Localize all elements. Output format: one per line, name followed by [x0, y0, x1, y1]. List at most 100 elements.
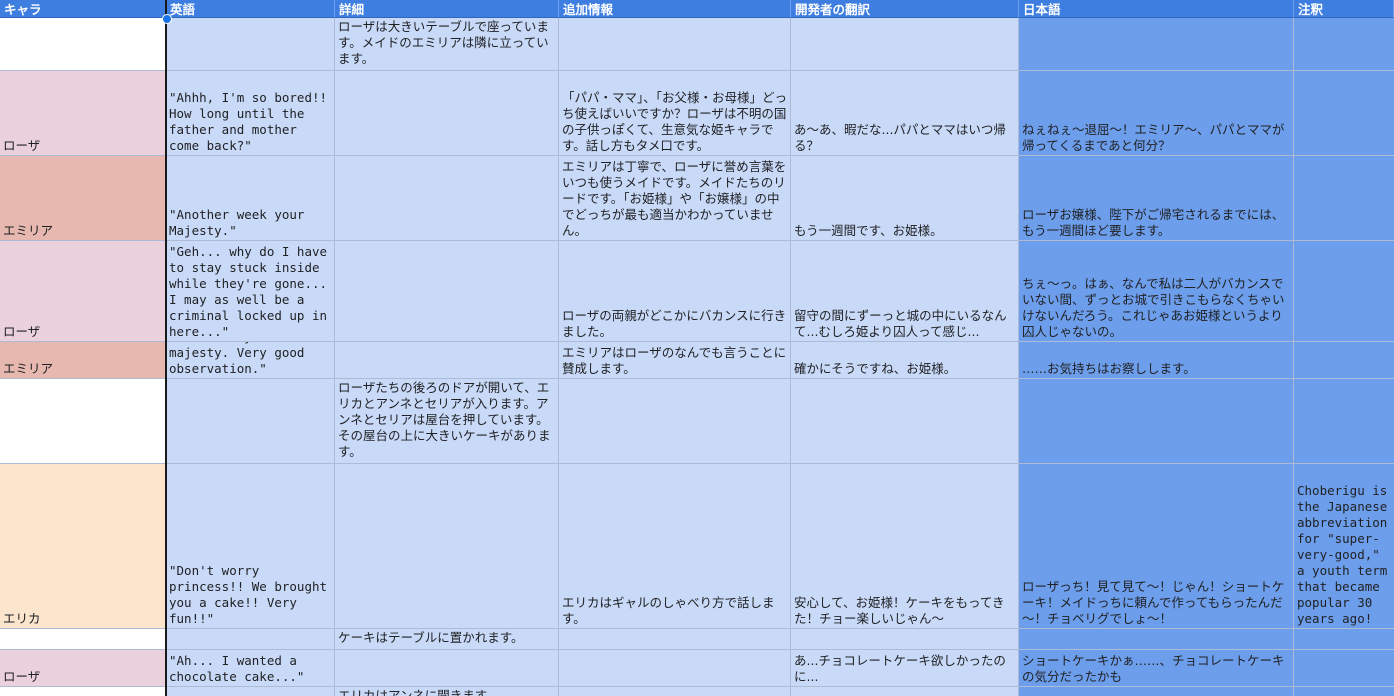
note-cell[interactable]: [1294, 71, 1394, 156]
char-cell[interactable]: [0, 687, 166, 696]
char-cell[interactable]: ローザ: [0, 71, 166, 156]
extra-cell[interactable]: [559, 687, 791, 696]
japanese-cell[interactable]: ちぇ～っ。はぁ、なんで私は二人がバカンスでいない間、ずっとお城で引きこもらなくち…: [1019, 241, 1294, 342]
extra-cell-text: エリカはギャルのしゃべり方で話します。: [562, 595, 775, 626]
dev-translation-cell[interactable]: 留守の間にずーっと城の中にいるなんて...むしろ姫より囚人って感じ...: [791, 241, 1019, 342]
dev-translation-cell[interactable]: [791, 379, 1019, 464]
dev-translation-cell[interactable]: [791, 629, 1019, 650]
japanese-cell[interactable]: ローザっち！見て見て～！じゃん！ショートケーキ！メイドっちに頼んで作ってもらった…: [1019, 464, 1294, 629]
english-cell[interactable]: "Don't worry princess!! We brought you a…: [166, 464, 335, 629]
extra-cell[interactable]: ローザの両親がどこかにバカンスに行きました。: [559, 241, 791, 342]
extra-cell[interactable]: [559, 379, 791, 464]
extra-cell-text: 「パパ・ママ」、「お父様・お母様」どっち使えばいいですか？ローザは不明の国の子供…: [562, 90, 788, 153]
table-row: エリカはアンネに聞きます: [0, 687, 1394, 696]
japanese-cell[interactable]: ローザお嬢様、陛下がご帰宅されるまでには、もう一週間ほど要します。: [1019, 156, 1294, 241]
japanese-cell[interactable]: [1019, 687, 1294, 696]
japanese-cell[interactable]: [1019, 629, 1294, 650]
header-english[interactable]: 英語: [166, 0, 335, 18]
english-cell[interactable]: "Geh... why do I have to stay stuck insi…: [166, 241, 335, 342]
japanese-cell-text: ショートケーキかぁ……、チョコレートケーキの気分だったかも: [1022, 653, 1285, 684]
header-extra[interactable]: 追加情報: [559, 0, 791, 18]
detail-cell[interactable]: [335, 342, 559, 379]
spreadsheet-grid[interactable]: キャラ 英語 詳細 追加情報 開発者の翻訳 日本語 注釈 ローザは大きいテーブル…: [0, 0, 1394, 696]
dev-translation-cell[interactable]: あ...チョコレートケーキ欲しかったのに...: [791, 650, 1019, 687]
note-cell[interactable]: [1294, 629, 1394, 650]
header-notes[interactable]: 注釈: [1294, 0, 1394, 18]
header-char[interactable]: キャラ: [0, 0, 166, 18]
extra-cell[interactable]: 「パパ・ママ」、「お父様・お母様」どっち使えばいいですか？ローザは不明の国の子供…: [559, 71, 791, 156]
table-row: ローザは大きいテーブルで座っています。メイドのエミリアは隣に立っています。: [0, 18, 1394, 71]
detail-cell[interactable]: エリカはアンネに聞きます: [335, 687, 559, 696]
table-row: エミリア "So true your majesty. Very good ob…: [0, 342, 1394, 379]
char-cell[interactable]: エミリア: [0, 342, 166, 379]
extra-cell-text: エミリアはローザのなんでも言うことに賛成します。: [562, 345, 787, 376]
char-cell[interactable]: ローザ: [0, 650, 166, 687]
japanese-cell[interactable]: ……お気持ちはお察しします。: [1019, 342, 1294, 379]
table-row: ローザ "Geh... why do I have to stay stuck i…: [0, 241, 1394, 342]
japanese-cell[interactable]: ショートケーキかぁ……、チョコレートケーキの気分だったかも: [1019, 650, 1294, 687]
note-cell[interactable]: [1294, 342, 1394, 379]
char-cell-text: エミリア: [3, 361, 54, 376]
dev-translation-cell[interactable]: あ～あ、暇だな...パパとママはいつ帰る？: [791, 71, 1019, 156]
detail-cell[interactable]: ローザたちの後ろのドアが開いて、エリカとアンネとセリアが入ります。アンネとセリア…: [335, 379, 559, 464]
english-cell[interactable]: [166, 18, 335, 71]
extra-cell[interactable]: [559, 650, 791, 687]
detail-cell[interactable]: [335, 650, 559, 687]
char-cell[interactable]: [0, 629, 166, 650]
note-cell[interactable]: Choberigu is the Japanese abbreviation f…: [1294, 464, 1394, 629]
note-cell[interactable]: [1294, 650, 1394, 687]
japanese-cell[interactable]: ねぇねぇ～退屈～！エミリア～、パパとママが帰ってくるまであと何分？: [1019, 71, 1294, 156]
extra-cell-text: エミリアは丁寧で、ローザに誉め言葉をいつも使うメイドです。メイドたちのリードです…: [562, 159, 787, 238]
detail-cell[interactable]: [335, 156, 559, 241]
extra-cell[interactable]: エリカはギャルのしゃべり方で話します。: [559, 464, 791, 629]
english-cell[interactable]: [166, 629, 335, 650]
table-row: ケーキはテーブルに置かれます。: [0, 629, 1394, 650]
header-dev-translation[interactable]: 開発者の翻訳: [791, 0, 1019, 18]
header-japanese[interactable]: 日本語: [1019, 0, 1294, 18]
extra-cell[interactable]: エミリアはローザのなんでも言うことに賛成します。: [559, 342, 791, 379]
japanese-cell-text: ちぇ～っ。はぁ、なんで私は二人がバカンスでいない間、ずっとお城で引きこもらなくち…: [1022, 276, 1285, 339]
extra-cell[interactable]: [559, 18, 791, 71]
english-cell[interactable]: [166, 687, 335, 696]
char-cell[interactable]: エリカ: [0, 464, 166, 629]
english-cell[interactable]: "So true your majesty. Very good observa…: [166, 342, 335, 379]
english-cell[interactable]: "Ah... I wanted a chocolate cake...": [166, 650, 335, 687]
detail-cell[interactable]: [335, 71, 559, 156]
english-cell[interactable]: "Another week your Majesty.": [166, 156, 335, 241]
extra-cell[interactable]: エミリアは丁寧で、ローザに誉め言葉をいつも使うメイドです。メイドたちのリードです…: [559, 156, 791, 241]
english-cell-text: "Another week your Majesty.": [169, 207, 312, 238]
char-cell[interactable]: [0, 18, 166, 71]
dev-translation-cell-text: あ～あ、暇だな...パパとママはいつ帰る？: [794, 122, 1006, 153]
english-cell[interactable]: [166, 379, 335, 464]
detail-cell[interactable]: ローザは大きいテーブルで座っています。メイドのエミリアは隣に立っています。: [335, 18, 559, 71]
extra-cell[interactable]: [559, 629, 791, 650]
dev-translation-cell[interactable]: 安心して、お姫様！ケーキをもってきた！チョー楽しいじゃん～: [791, 464, 1019, 629]
dev-translation-cell[interactable]: もう一週間です、お姫様。: [791, 156, 1019, 241]
detail-cell[interactable]: [335, 464, 559, 629]
note-cell[interactable]: [1294, 18, 1394, 71]
english-cell[interactable]: "Ahhh, I'm so bored!! How long until the…: [166, 71, 335, 156]
japanese-cell-text: ……お気持ちはお察しします。: [1022, 361, 1196, 376]
note-cell-text: Choberigu is the Japanese abbreviation f…: [1297, 483, 1388, 626]
japanese-cell[interactable]: [1019, 18, 1294, 71]
dev-translation-cell[interactable]: [791, 18, 1019, 71]
dev-translation-cell[interactable]: [791, 687, 1019, 696]
dev-translation-cell[interactable]: 確かにそうですね、お姫様。: [791, 342, 1019, 379]
note-cell[interactable]: [1294, 241, 1394, 342]
header-detail[interactable]: 詳細: [335, 0, 559, 18]
frozen-column-divider[interactable]: [165, 0, 167, 696]
note-cell[interactable]: [1294, 156, 1394, 241]
char-cell[interactable]: エミリア: [0, 156, 166, 241]
note-cell[interactable]: [1294, 687, 1394, 696]
table-row: ローザたちの後ろのドアが開いて、エリカとアンネとセリアが入ります。アンネとセリア…: [0, 379, 1394, 464]
extra-cell-text: ローザの両親がどこかにバカンスに行きました。: [562, 308, 787, 339]
detail-cell-text: ケーキはテーブルに置かれます。: [338, 630, 524, 645]
table-row: エリカ "Don't worry princess!! We brought yo…: [0, 464, 1394, 629]
detail-cell[interactable]: ケーキはテーブルに置かれます。: [335, 629, 559, 650]
detail-cell[interactable]: [335, 241, 559, 342]
char-cell[interactable]: ローザ: [0, 241, 166, 342]
selection-handle[interactable]: [162, 14, 172, 24]
japanese-cell[interactable]: [1019, 379, 1294, 464]
char-cell[interactable]: [0, 379, 166, 464]
note-cell[interactable]: [1294, 379, 1394, 464]
